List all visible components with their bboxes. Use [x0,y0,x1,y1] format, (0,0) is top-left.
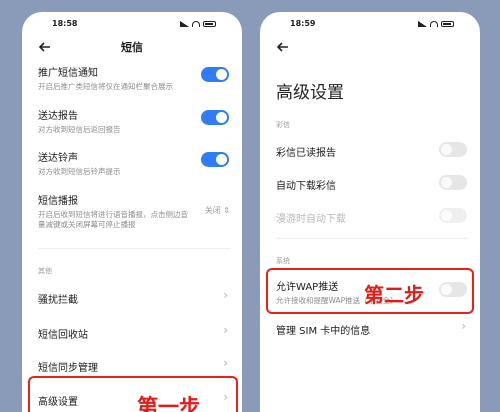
status-bar: 18:58 [22,19,242,33]
setting-subtitle: 开启后收到短信将进行语音播报，点击侧边音量减键或关闭屏幕可停止播报 [38,210,188,229]
status-icons [180,21,216,27]
mms-read-report-toggle[interactable] [439,142,467,157]
delivery-sound-toggle[interactable] [201,152,229,167]
link-label: 短信同步管理 [38,363,98,374]
signal-icon [180,21,189,27]
stepper-icon: ⇕ [223,206,230,215]
sms-settings-screen: 18:58 短信 推广短信通知 开启后推广类短信将仅在通知栏聚合展示 送达报告 … [22,12,242,412]
advanced-settings-screen: 18:59 高级设置 彩信 彩信已读报告 自动下载彩信 漫游时自动下载 系统 允… [260,12,480,412]
setting-sms-broadcast[interactable]: 短信播报 开启后收到短信将进行语音播报，点击侧边音量减键或关闭屏幕可停止播报 [38,192,194,230]
status-time: 18:58 [52,19,78,28]
link-label: 骚扰拦截 [38,295,78,306]
link-label: 管理 SIM 卡中的信息 [276,326,371,337]
link-sms-sync[interactable]: 短信同步管理 [38,359,230,374]
battery-icon [203,21,216,27]
section-header-other: 其他 [38,267,52,275]
sms-broadcast-value: 关闭 [204,206,221,215]
status-icons [418,21,454,27]
setting-subtitle: 开启后推广类短信将仅在通知栏聚合展示 [38,82,173,91]
section-header-system: 系统 [276,257,290,265]
status-bar: 18:59 [260,19,480,33]
signal-icon [418,21,427,27]
wifi-icon [192,21,200,27]
callout-step2: 第二步 [364,283,424,307]
back-arrow-icon[interactable] [276,40,290,54]
link-label: 短信回收站 [38,330,88,341]
divider [38,248,230,249]
battery-icon [441,21,454,27]
delivery-report-toggle[interactable] [201,110,229,125]
callout-step1: 第一步 [137,394,200,412]
page-title: 高级设置 [276,83,344,103]
chevron-right-icon: › [223,288,228,302]
auto-download-mms-toggle[interactable] [439,175,467,190]
link-sms-recycle-bin[interactable]: 短信回收站 [38,326,230,341]
section-header-mms: 彩信 [276,121,290,129]
setting-subtitle: 对方收到短信后铃声提示 [38,167,121,176]
roaming-auto-download-toggle[interactable] [439,208,467,223]
link-spam-blocking[interactable]: 骚扰拦截 [38,291,230,306]
promo-sms-toggle[interactable] [201,67,229,82]
highlight-box-step1 [28,376,238,412]
chevron-right-icon: › [223,323,228,337]
link-manage-sim-messages[interactable]: 管理 SIM 卡中的信息 [276,322,468,337]
setting-subtitle: 对方收到短信后返回报告 [38,125,121,134]
divider [276,238,468,239]
setting-title: 短信播报 [38,196,78,207]
chevron-right-icon: › [461,319,466,333]
status-time: 18:59 [290,19,316,28]
chevron-right-icon: › [223,356,228,370]
page-title: 短信 [121,41,143,54]
wifi-icon [430,21,438,27]
sms-broadcast-selector[interactable]: 关闭 ⇕ [205,205,230,216]
